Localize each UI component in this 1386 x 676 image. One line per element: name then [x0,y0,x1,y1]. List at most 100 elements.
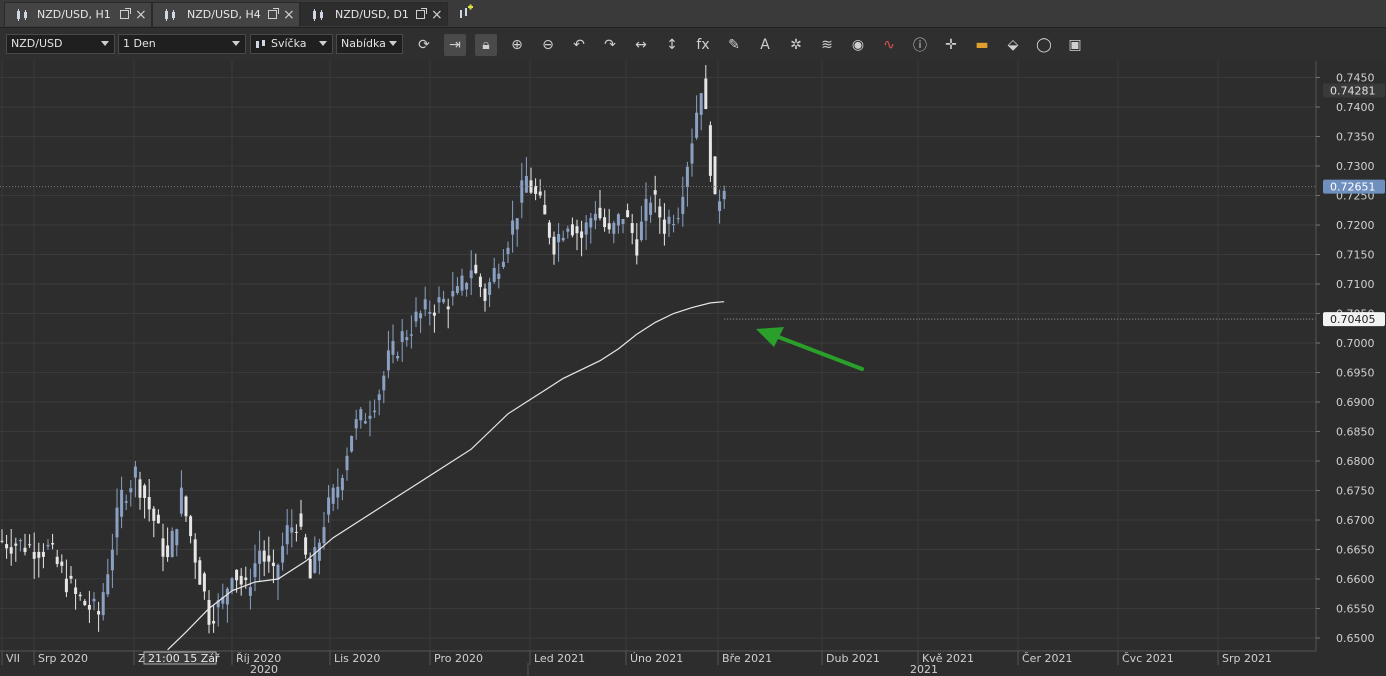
candlestick-icon [256,40,265,48]
cursor-cross-icon[interactable]: ✛ [940,34,962,56]
candle-body [432,312,436,316]
candle-body [83,600,87,606]
candle-body [593,213,597,221]
candle-body [23,547,27,553]
candle-body [469,270,473,279]
candle-body [699,93,703,115]
candle-body [41,551,45,557]
candle-body [363,421,367,424]
undo-icon[interactable]: ↶ [568,34,590,56]
candle-body [110,549,114,571]
candle-body [87,604,91,610]
circle-icon[interactable]: ◯ [1033,34,1055,56]
candle-body [345,455,349,471]
detach-icon[interactable] [416,8,427,19]
candle-body [373,410,377,413]
time-tick-label: Lis 2020 [334,652,380,665]
indicator-fx-icon[interactable]: fx [692,34,714,56]
candle-body [428,311,432,314]
candle-body [419,313,423,319]
candle-body [570,224,574,236]
pencil-icon[interactable]: ✎ [723,34,745,56]
candle-body [382,375,386,391]
time-tick-label: Úno 2021 [630,652,683,665]
zoom-out-icon[interactable]: ⊖ [537,34,559,56]
candle-body [115,507,119,538]
tab-nzdusd-h4[interactable]: NZD/USD, H4 × [152,2,300,26]
refresh-icon[interactable]: ⟳ [413,34,435,56]
candle-body [143,485,147,498]
detach-icon[interactable] [120,8,131,19]
price-side-value: Nabídka [341,37,386,50]
candle-body [331,487,335,504]
candle-body [566,228,570,232]
candlestick-icon [17,9,27,21]
tab-bar: NZD/USD, H1 × NZD/USD, H4 × NZD/USD, D1 … [0,0,1386,28]
candle-body [676,218,680,220]
candle-body [46,544,50,547]
tab-nzdusd-h1[interactable]: NZD/USD, H1 × [4,2,152,26]
chart-type-select[interactable]: Svíčka [250,34,333,54]
candle-body [235,569,239,581]
price-tick-label: 0.7150 [1336,249,1375,262]
candle-body [718,201,722,211]
add-chart-icon[interactable] [456,4,474,22]
save-icon[interactable]: ▣ [1064,34,1086,56]
candle-body [690,143,694,164]
close-icon[interactable]: × [135,3,147,27]
color-bar-icon[interactable]: ▬ [971,34,993,56]
info-icon[interactable]: ⓘ [909,34,931,56]
grid [0,61,1316,651]
candle-body [405,337,409,341]
tab-label: NZD/USD, H1 [37,8,111,21]
price-tick-label: 0.6950 [1336,367,1375,380]
candle-body [584,222,588,235]
layers-icon[interactable]: ≋ [816,34,838,56]
price-tick-label: 0.7350 [1336,131,1375,144]
redo-icon[interactable]: ↷ [599,34,621,56]
close-icon[interactable]: × [283,3,295,27]
ma-price-label: 0.70405 [1330,313,1376,326]
eye-icon[interactable]: ◉ [847,34,869,56]
vertical-scale-icon[interactable]: ↕ [661,34,683,56]
candle-body [281,546,285,563]
tab-nzdusd-d1[interactable]: NZD/USD, D1 × [300,2,448,26]
candle-body [639,221,643,241]
paint-bucket-icon[interactable]: ⬙ [1002,34,1024,56]
close-icon[interactable]: × [431,3,443,27]
candle-body [64,578,68,593]
candle-body [437,297,441,303]
candle-body [101,592,105,616]
candle-body [285,525,289,545]
horizontal-scale-icon[interactable]: ↔ [630,34,652,56]
price-side-select[interactable]: Nabídka [336,34,403,54]
candle-body [166,545,170,558]
timeframe-select[interactable]: 1 Den [118,34,246,54]
year-label: 2021 [910,663,938,676]
crosshair-network-icon[interactable]: ✲ [785,34,807,56]
candle-body [244,577,248,581]
candle-body [170,530,174,557]
price-chart[interactable]: 0.74500.74000.73500.73000.72500.72000.71… [0,61,1386,676]
candle-body [258,550,262,564]
candle-body [179,487,183,514]
zoom-in-icon[interactable]: ⊕ [506,34,528,56]
price-tick-label: 0.7100 [1336,278,1375,291]
lock-icon[interactable]: 🔒︎ [475,34,497,56]
candle-body [455,286,459,293]
price-tick-label: 0.6850 [1336,426,1375,439]
price-tick-label: 0.6800 [1336,455,1375,468]
candle-body [78,594,82,597]
crosshair-time-label: 21:00 15 Zář [148,652,220,665]
candle-body [515,218,519,230]
oscillator-icon[interactable]: ∿ [878,34,900,56]
text-tool-icon[interactable]: A [754,34,776,56]
plot-background [0,61,1316,651]
price-tick-label: 0.7200 [1336,219,1375,232]
candle-body [340,477,344,491]
candle-body [253,563,257,578]
candle-body [396,355,400,359]
autoscroll-icon[interactable]: ⇥ [444,34,466,56]
symbol-select[interactable]: NZD/USD [6,34,115,54]
detach-icon[interactable] [268,8,279,19]
